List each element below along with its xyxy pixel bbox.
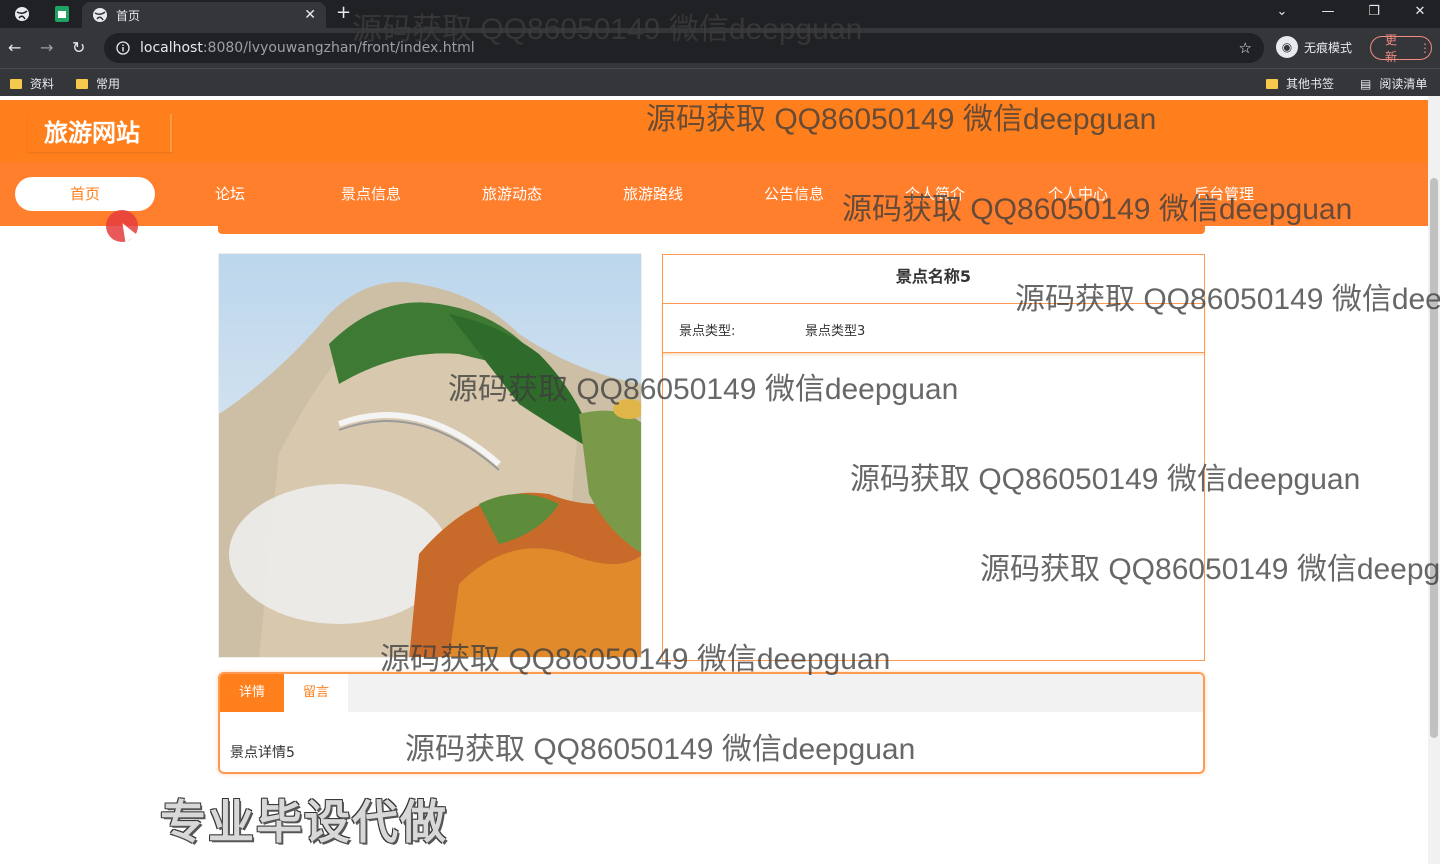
globe-icon (93, 8, 107, 22)
reload-icon[interactable]: ↻ (72, 38, 85, 57)
web-page: 旅游网站 首页 论坛 景点信息 旅游动态 旅游路线 公告信息 个人简介 个人中心… (0, 96, 1428, 864)
bookmark-folder-changyong[interactable]: 常用 (76, 75, 120, 92)
folder-icon (1266, 78, 1278, 89)
tab-comments[interactable]: 留言 (284, 674, 348, 712)
reading-list-icon: ▤ (1360, 76, 1372, 91)
tabs-header: 详情 留言 (220, 674, 1203, 712)
folder-icon (76, 78, 88, 89)
nav-item-notices[interactable]: 公告信息 (724, 177, 864, 211)
restore-button[interactable]: ❐ (1364, 4, 1384, 19)
reading-list[interactable]: ▤ 阅读清单 (1360, 75, 1427, 92)
attraction-type-row: 景点类型: 景点类型3 (662, 303, 1205, 353)
tab-home[interactable]: 首页 ✕ (82, 2, 326, 28)
nav-underbar (218, 226, 1205, 234)
nav-item-attractions[interactable]: 景点信息 (301, 177, 441, 211)
attraction-type-label: 景点类型: (679, 324, 736, 339)
incognito-indicator[interactable]: ◉ 无痕模式 (1276, 36, 1352, 58)
nav-item-admin[interactable]: 后台管理 (1154, 177, 1294, 211)
nav-item-forum[interactable]: 论坛 (160, 177, 300, 211)
url-path: :8080/lvyouwangzhan/front/index.html (202, 40, 475, 56)
tab-details[interactable]: 详情 (220, 674, 284, 712)
update-label: 更新 (1385, 33, 1398, 64)
chevron-down-icon[interactable]: ⌄ (1272, 4, 1292, 19)
incognito-icon: ◉ (1276, 36, 1298, 58)
minimize-button[interactable]: — (1318, 4, 1338, 19)
site-header: 旅游网站 (0, 100, 1428, 162)
globe-icon[interactable] (8, 3, 36, 25)
bookmark-folder-ziliao[interactable]: 资料 (10, 75, 54, 92)
info-icon[interactable] (116, 41, 130, 55)
detail-tabs: 详情 留言 景点详情5 (218, 672, 1205, 774)
folder-icon (10, 78, 22, 89)
update-button[interactable]: 更新 ⋮ (1370, 33, 1432, 64)
sheets-icon[interactable] (48, 3, 76, 25)
page-scrollbar[interactable] (1428, 96, 1440, 864)
browser-toolbar: ← → ↻ localhost:8080/lvyouwangzhan/front… (0, 28, 1440, 68)
nav-item-routes[interactable]: 旅游路线 (583, 177, 723, 211)
promo-overlay-text: 专业毕设代做 (160, 795, 448, 849)
url-host: localhost (140, 40, 203, 56)
attraction-photo (218, 253, 642, 658)
tab-title: 首页 (116, 8, 141, 23)
back-icon[interactable]: ← (8, 38, 21, 57)
attraction-type-value: 景点类型3 (805, 324, 866, 339)
nav-item-user-center[interactable]: 个人中心 (1008, 177, 1148, 211)
forward-icon[interactable]: → (40, 38, 53, 57)
new-tab-button[interactable]: + (336, 2, 351, 23)
site-logo[interactable]: 旅游网站 (28, 114, 172, 152)
bookmarks-bar: 资料 常用 其他书签 ▤ 阅读清单 (0, 68, 1440, 96)
close-icon[interactable]: ✕ (304, 7, 316, 23)
browser-tab-strip: 首页 ✕ + ⌄ — ❐ ✕ (0, 0, 1440, 28)
nav-item-home[interactable]: 首页 (15, 177, 155, 211)
attraction-name: 景点名称5 (895, 267, 972, 286)
nav-item-profile[interactable]: 个人简介 (865, 177, 1005, 211)
bookmark-folder-other[interactable]: 其他书签 (1266, 75, 1334, 92)
window-close-button[interactable]: ✕ (1410, 4, 1430, 19)
nav-item-news[interactable]: 旅游动态 (442, 177, 582, 211)
bookmark-star-icon[interactable]: ☆ (1239, 39, 1252, 57)
main-nav: 首页 论坛 景点信息 旅游动态 旅游路线 公告信息 个人简介 个人中心 后台管理 (0, 162, 1428, 226)
attraction-info-panel: 景点名称5 景点类型: 景点类型3 (662, 254, 1205, 661)
address-bar[interactable]: localhost:8080/lvyouwangzhan/front/index… (104, 33, 1264, 63)
incognito-label: 无痕模式 (1304, 40, 1353, 55)
attraction-details-text: 景点详情5 (230, 745, 295, 761)
scrollbar-thumb[interactable] (1430, 178, 1438, 738)
kebab-menu-icon: ⋮ (1419, 41, 1431, 55)
